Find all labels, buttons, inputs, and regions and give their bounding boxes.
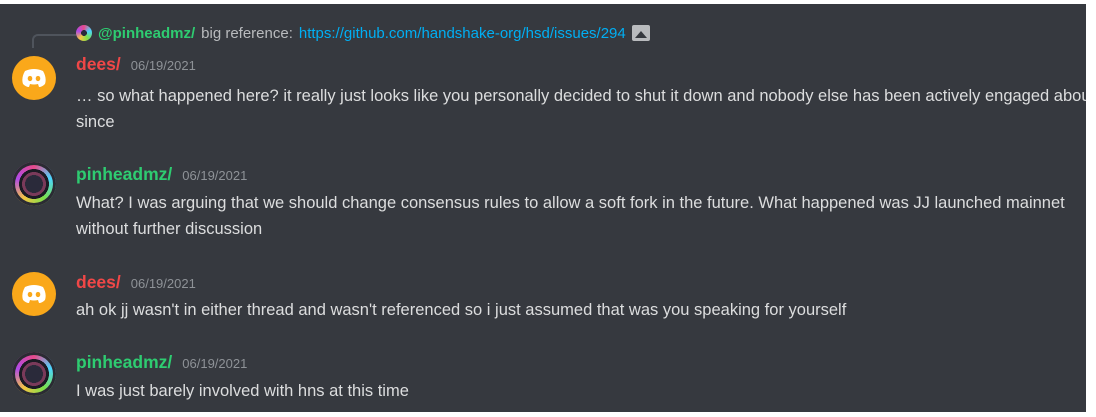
reply-text: big reference: [201, 24, 293, 42]
reply-connector [32, 34, 76, 48]
message-content: … so what happened here? it really just … [76, 87, 1086, 131]
reply-reference[interactable]: @pinheadmz/ big reference: https://githu… [76, 22, 650, 44]
timestamp: 06/19/2021 [130, 276, 196, 291]
message-content: ah ok jj wasn't in either thread and was… [76, 301, 847, 319]
username[interactable]: dees/ [76, 54, 121, 75]
username[interactable]: dees/ [76, 272, 121, 293]
reply-avatar[interactable] [76, 25, 92, 41]
image-icon [631, 25, 650, 41]
reply-username[interactable]: @pinheadmz/ [98, 25, 195, 42]
message-header: dees/ 06/19/2021 [76, 272, 196, 293]
avatar[interactable] [12, 162, 56, 206]
avatar[interactable] [12, 272, 56, 316]
reply-link[interactable]: https://github.com/handshake-org/hsd/iss… [299, 25, 626, 42]
message-header: pinheadmz/ 06/19/2021 [76, 164, 247, 185]
discord-logo-icon [22, 285, 46, 303]
message-content: I was just barely involved with hns at t… [76, 382, 409, 400]
timestamp: 06/19/2021 [182, 168, 248, 183]
username[interactable]: pinheadmz/ [76, 352, 172, 373]
username[interactable]: pinheadmz/ [76, 164, 172, 185]
discord-logo-icon [22, 69, 46, 87]
message-header: dees/ 06/19/2021 [76, 54, 196, 75]
timestamp: 06/19/2021 [130, 58, 196, 73]
chat-panel: @pinheadmz/ big reference: https://githu… [0, 4, 1086, 412]
avatar[interactable] [12, 352, 56, 396]
message-content: What? I was arguing that we should chang… [76, 194, 1065, 238]
message-header: pinheadmz/ 06/19/2021 [76, 352, 247, 373]
avatar[interactable] [12, 56, 56, 100]
timestamp: 06/19/2021 [182, 356, 248, 371]
